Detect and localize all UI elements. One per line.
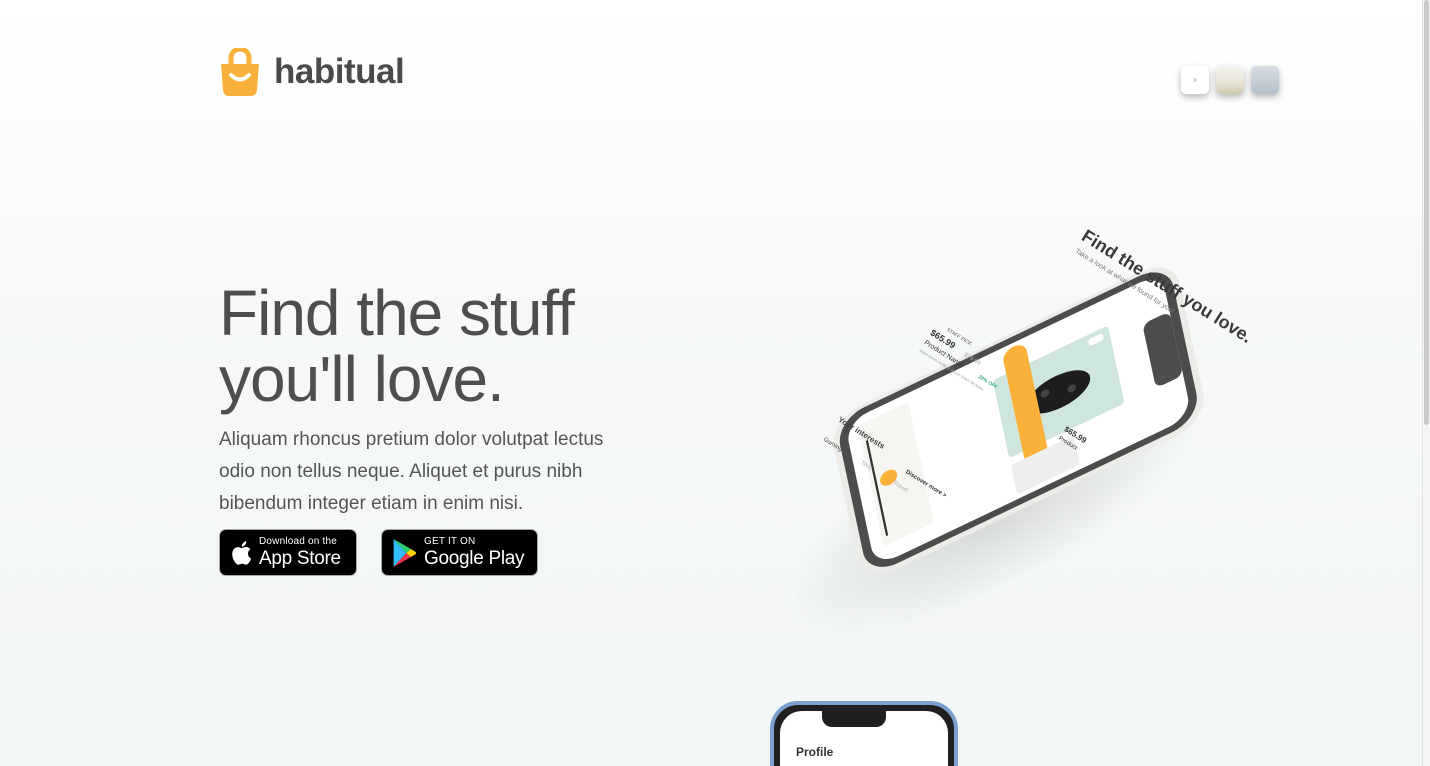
app-store-label: App Store: [259, 548, 341, 569]
google-play-icon: [393, 538, 417, 567]
brand-logo[interactable]: habitual: [219, 46, 405, 96]
app-store-button[interactable]: Download on the App Store: [219, 529, 357, 576]
google-play-button[interactable]: GET IT ON Google Play: [381, 529, 538, 576]
theme-swatches: [1181, 66, 1279, 94]
apple-icon: [232, 540, 252, 565]
phone-notch: [822, 709, 886, 727]
profile-title: Profile: [796, 745, 834, 759]
google-play-label: Google Play: [424, 548, 525, 569]
hero-description: Aliquam rhoncus pretium dolor volutpat l…: [219, 429, 604, 514]
theme-swatch-white[interactable]: [1181, 66, 1209, 94]
phone-mockup: Find the stuff you love. Take a look at …: [700, 215, 1300, 686]
brand-name: habitual: [274, 52, 405, 91]
profile-phone-screen: Profile: [780, 709, 948, 766]
scrollbar-thumb[interactable]: [1424, 0, 1429, 425]
google-play-small-label: GET IT ON: [424, 536, 476, 547]
theme-swatch-sand[interactable]: [1216, 66, 1244, 94]
theme-swatch-slate[interactable]: [1251, 66, 1279, 94]
hero-title-line2: you'll love.: [219, 343, 505, 415]
app-store-small-label: Download on the: [259, 536, 338, 547]
profile-phone-mockup: Profile: [770, 701, 958, 766]
shopping-bag-icon: [219, 46, 261, 96]
hero-title: Find the stuff you'll love.: [219, 280, 699, 412]
scrollbar[interactable]: [1422, 0, 1430, 766]
hero-title-line1: Find the stuff: [219, 277, 575, 349]
phone-illustration: Find the stuff you love. Take a look at …: [822, 226, 1256, 574]
